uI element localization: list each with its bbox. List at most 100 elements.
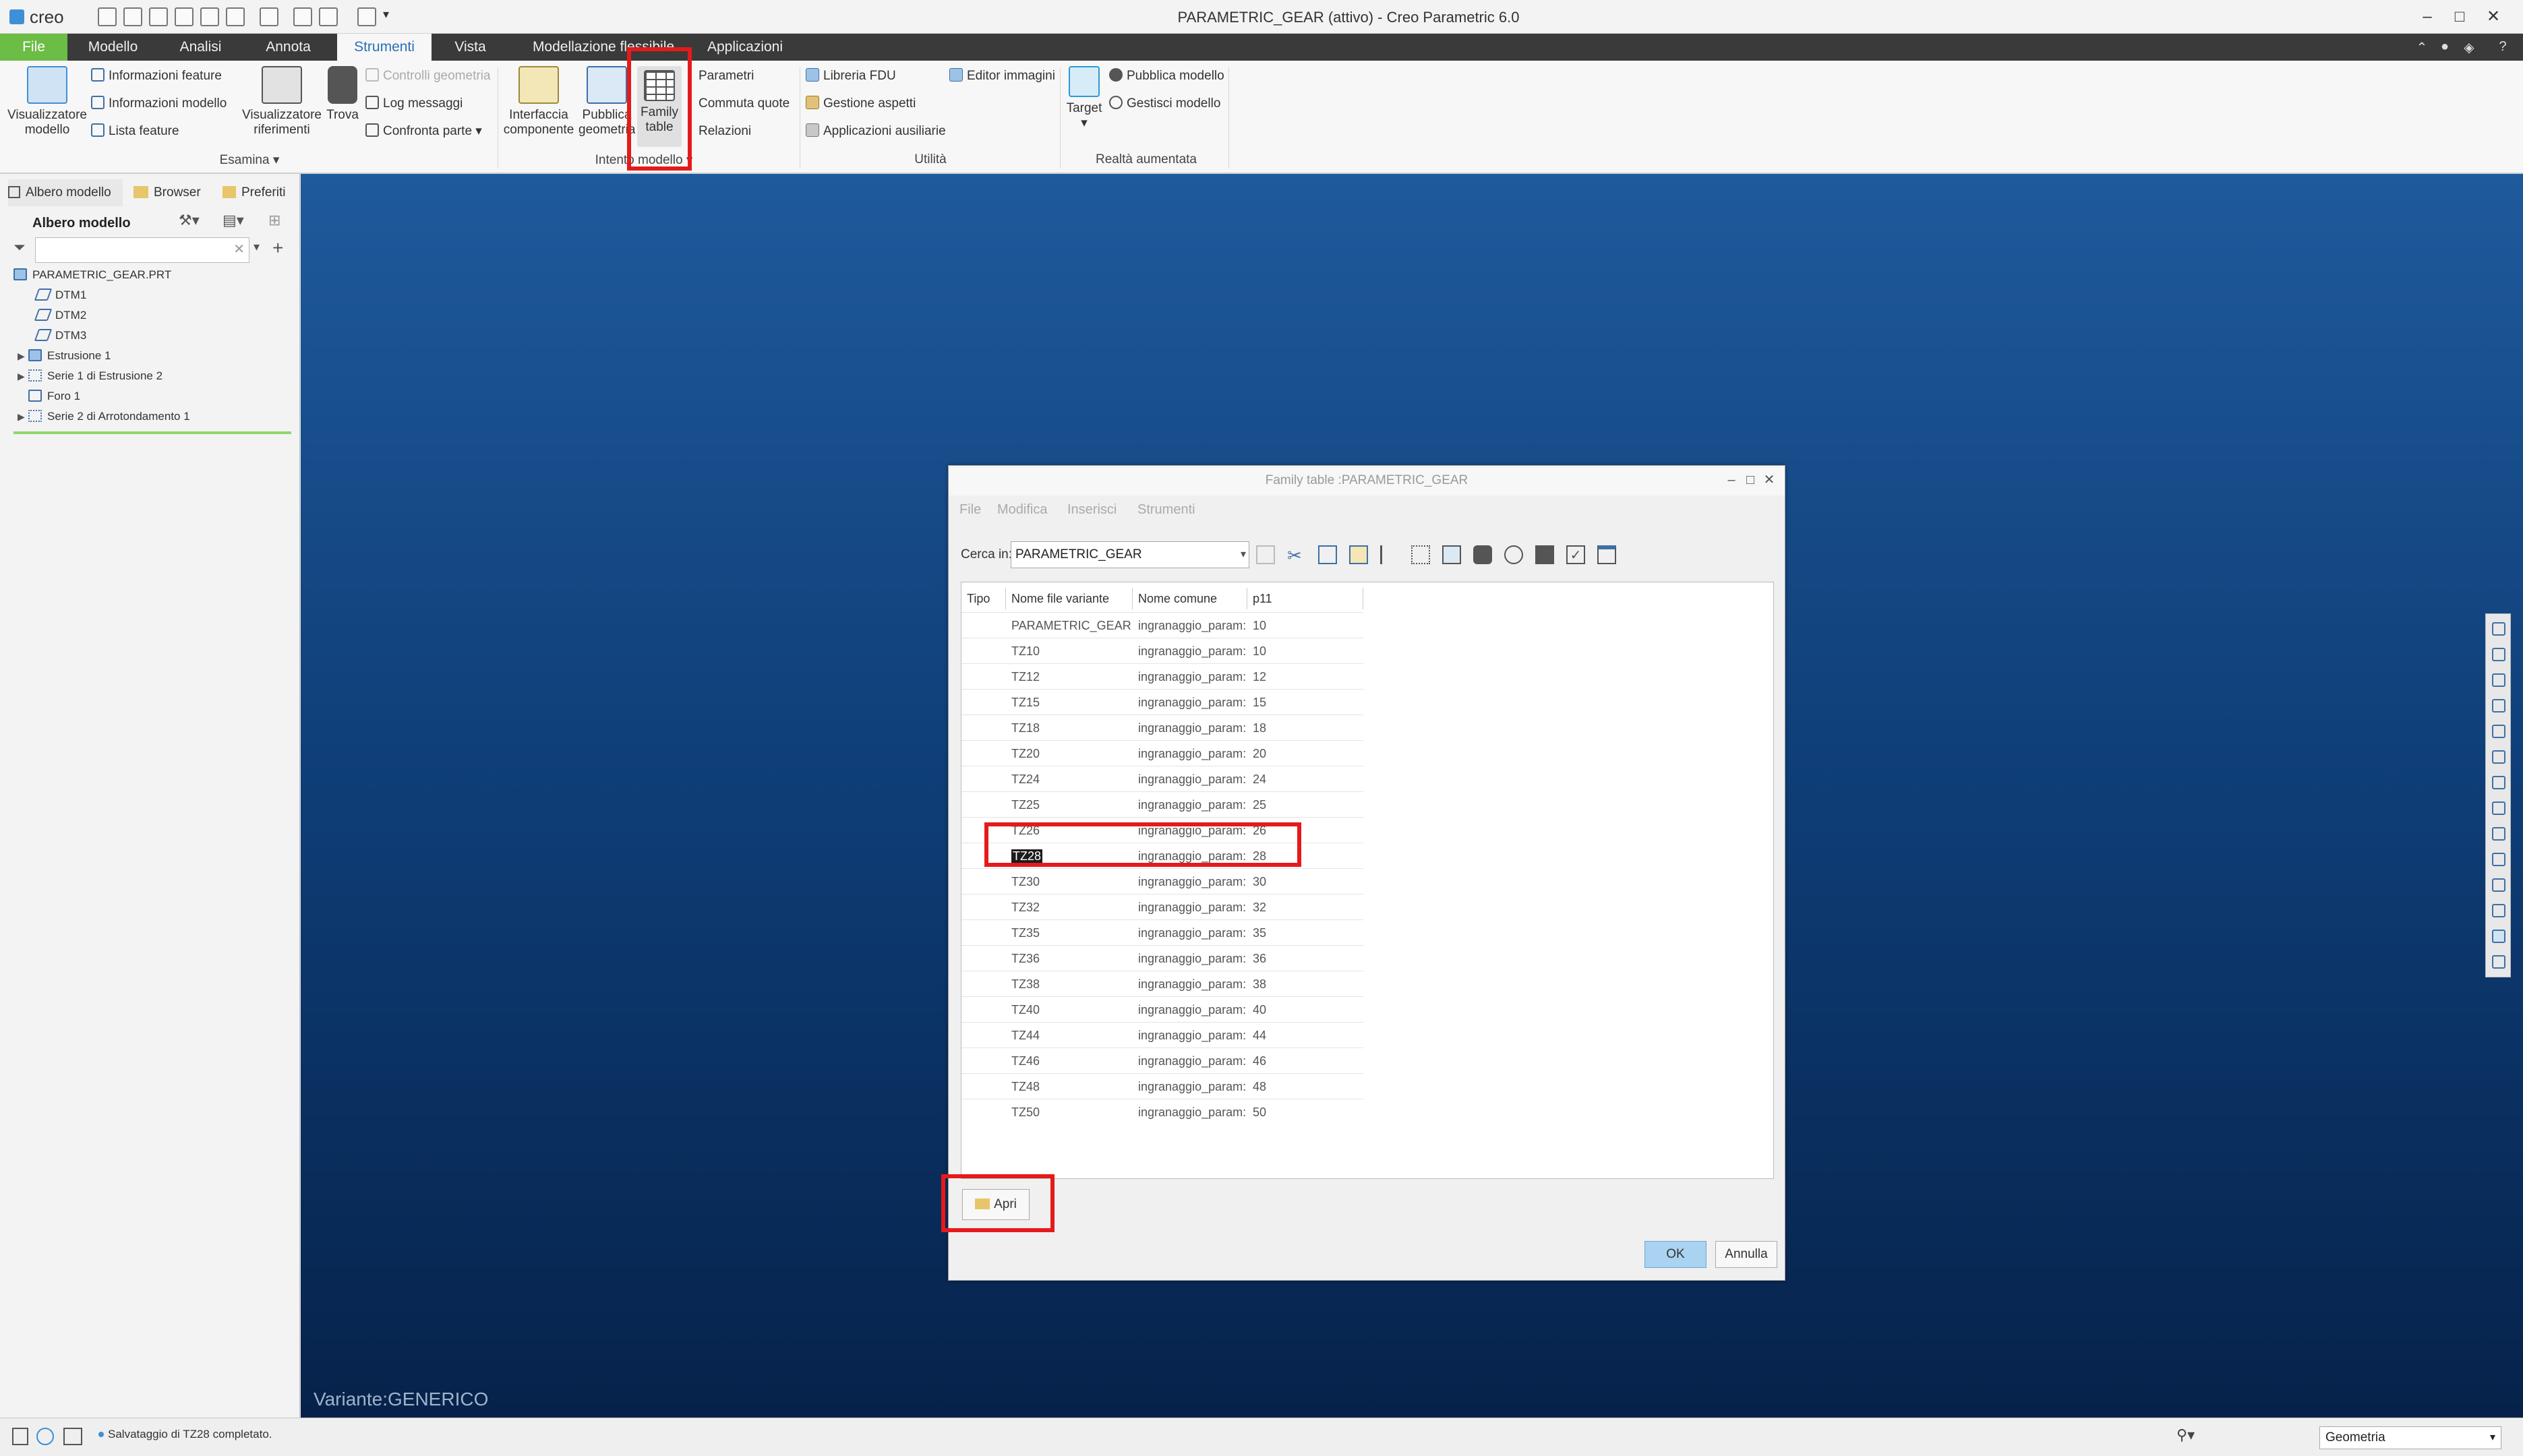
find-icon[interactable]: ⚲▾ [2176,1426,2217,1448]
tab-analisi[interactable]: Analisi [162,34,239,61]
browser-toggle-icon[interactable] [36,1428,54,1445]
appearance-toggle-icon[interactable] [2492,930,2505,943]
filter-icon[interactable]: ⏷ [13,239,31,260]
cell-tipo[interactable] [967,638,1005,664]
table-row[interactable]: TZ12 ingranaggio_param: 12 [961,663,1363,689]
cell-common-name[interactable]: ingranaggio_param: [1138,997,1246,1023]
selection-filter-select[interactable]: Geometria ▾ [2319,1426,2501,1449]
lista-feature-button[interactable]: Lista feature [91,123,179,140]
cell-common-name[interactable]: ingranaggio_param: [1138,741,1246,766]
tab-vista[interactable]: Vista [438,34,502,61]
column-header-tipo[interactable]: Tipo [961,588,1006,609]
cell-tipo[interactable] [967,869,1005,894]
cell-variant-name[interactable]: TZ24 [1011,766,1131,792]
paste-icon[interactable] [1349,545,1368,564]
cell-variant-name[interactable]: TZ44 [1011,1023,1131,1048]
tree-settings-icon[interactable]: ⚒▾ [179,212,206,233]
windows-icon[interactable] [319,7,338,26]
table-row[interactable]: TZ46 ingranaggio_param: 46 [961,1048,1363,1073]
cell-variant-name[interactable]: TZ25 [1011,792,1131,818]
cell-variant-name[interactable]: PARAMETRIC_GEAR [1011,613,1131,638]
lock-icon[interactable] [1535,545,1554,564]
cell-variant-name[interactable]: TZ40 [1011,997,1131,1023]
cell-p11[interactable]: 40 [1253,997,1362,1023]
table-row[interactable]: TZ30 ingranaggio_param: 30 [961,868,1363,894]
cell-variant-name[interactable]: TZ36 [1011,946,1131,971]
cell-p11[interactable]: 44 [1253,1023,1362,1048]
show-options-icon[interactable]: ▤▾ [222,212,256,233]
cell-p11[interactable]: 32 [1253,894,1362,920]
collapse-ribbon-icon[interactable]: ⌃ [2414,39,2430,55]
insert-here-marker[interactable] [13,431,291,434]
cell-common-name[interactable]: ingranaggio_param: [1138,1048,1246,1074]
table-row[interactable]: TZ50 ingranaggio_param: 50 [961,1099,1363,1124]
cell-tipo[interactable] [967,1023,1005,1048]
spin-center-icon[interactable] [2492,725,2505,738]
expand-icon[interactable]: ▶ [18,407,28,426]
cell-variant-name[interactable]: TZ12 [1011,664,1131,690]
cell-p11[interactable]: 15 [1253,690,1362,715]
cut-icon[interactable]: ✂ [1287,545,1306,566]
find-instance-icon[interactable] [1473,545,1492,564]
cell-tipo[interactable] [967,664,1005,690]
zoom-out-icon[interactable] [2492,673,2505,687]
controlli-geometria-button[interactable]: Controlli geometria [365,67,490,85]
cell-variant-name[interactable]: TZ20 [1011,741,1131,766]
cell-variant-name[interactable]: TZ46 [1011,1048,1131,1074]
interfaccia-componente-button[interactable]: Interfaccia componente [500,66,577,138]
cell-variant-name[interactable]: TZ32 [1011,894,1131,920]
cell-variant-name[interactable]: TZ50 [1011,1099,1131,1125]
insert-column-icon[interactable] [1411,545,1430,564]
view-manager-icon[interactable] [2492,801,2505,815]
cell-p11[interactable]: 50 [1253,1099,1362,1125]
tree-columns-icon[interactable]: ⊞ [268,212,290,233]
tree-item-dtm3[interactable]: DTM3 [34,326,86,345]
preview-icon[interactable] [1504,545,1523,564]
cell-p11[interactable]: 36 [1253,946,1362,971]
clear-search-icon[interactable]: ✕ [233,241,245,257]
help-icon[interactable]: ? [2495,39,2511,55]
libreria-fdu-button[interactable]: Libreria FDU [806,67,896,85]
table-row[interactable]: TZ40 ingranaggio_param: 40 [961,996,1363,1022]
expand-icon[interactable]: ▶ [18,367,28,386]
cell-common-name[interactable]: ingranaggio_param: [1138,971,1246,997]
cell-p11[interactable]: 10 [1253,638,1362,664]
cell-tipo[interactable] [967,920,1005,946]
target-button[interactable]: Target ▾ [1064,66,1104,131]
tree-item-serie-2[interactable]: ▶ Serie 2 di Arrotondamento 1 [18,407,190,426]
cell-tipo[interactable] [967,1048,1005,1074]
table-row[interactable]: TZ36 ingranaggio_param: 36 [961,945,1363,971]
folder-icon[interactable] [175,7,194,26]
edit-table-icon[interactable] [1597,545,1616,564]
confronta-parte-button[interactable]: Confronta parte ▾ [365,123,482,140]
tab-browser[interactable]: Browser [133,179,211,206]
parametri-button[interactable]: Parametri [689,67,754,85]
tab-file[interactable]: File [0,34,67,61]
verify-icon[interactable]: ✓ [1566,545,1585,564]
gestisci-modello-button[interactable]: Gestisci modello [1109,95,1220,113]
cell-tipo[interactable] [967,766,1005,792]
trova-button[interactable]: Trova [322,66,363,123]
cell-tipo[interactable] [967,971,1005,997]
open-file-icon[interactable] [123,7,142,26]
undo-icon[interactable] [226,7,245,26]
notifications-icon[interactable]: ● [2437,39,2453,55]
cell-tipo[interactable] [967,690,1005,715]
cell-common-name[interactable]: ingranaggio_param: [1138,690,1246,715]
column-header-nome-variante[interactable]: Nome file variante [1006,588,1133,609]
column-header-nome-comune[interactable]: Nome comune [1133,588,1247,609]
cell-variant-name[interactable]: TZ30 [1011,869,1131,894]
new-file-icon[interactable] [98,7,117,26]
tab-annota[interactable]: Annota [249,34,327,61]
cell-variant-name[interactable]: TZ15 [1011,690,1131,715]
cell-common-name[interactable]: ingranaggio_param: [1138,869,1246,894]
cell-p11[interactable]: 46 [1253,1048,1362,1074]
visualizzatore-modello-button[interactable]: Visualizzatore modello [7,66,88,138]
redo-icon[interactable] [260,7,278,26]
pattern-table-icon[interactable] [1442,545,1461,564]
cell-p11[interactable]: 25 [1253,792,1362,818]
tree-search-input[interactable]: ✕ [35,237,249,263]
column-header-p11[interactable]: p11 [1247,588,1363,609]
relazioni-button[interactable]: Relazioni [689,123,751,140]
table-row[interactable]: TZ20 ingranaggio_param: 20 [961,740,1363,766]
